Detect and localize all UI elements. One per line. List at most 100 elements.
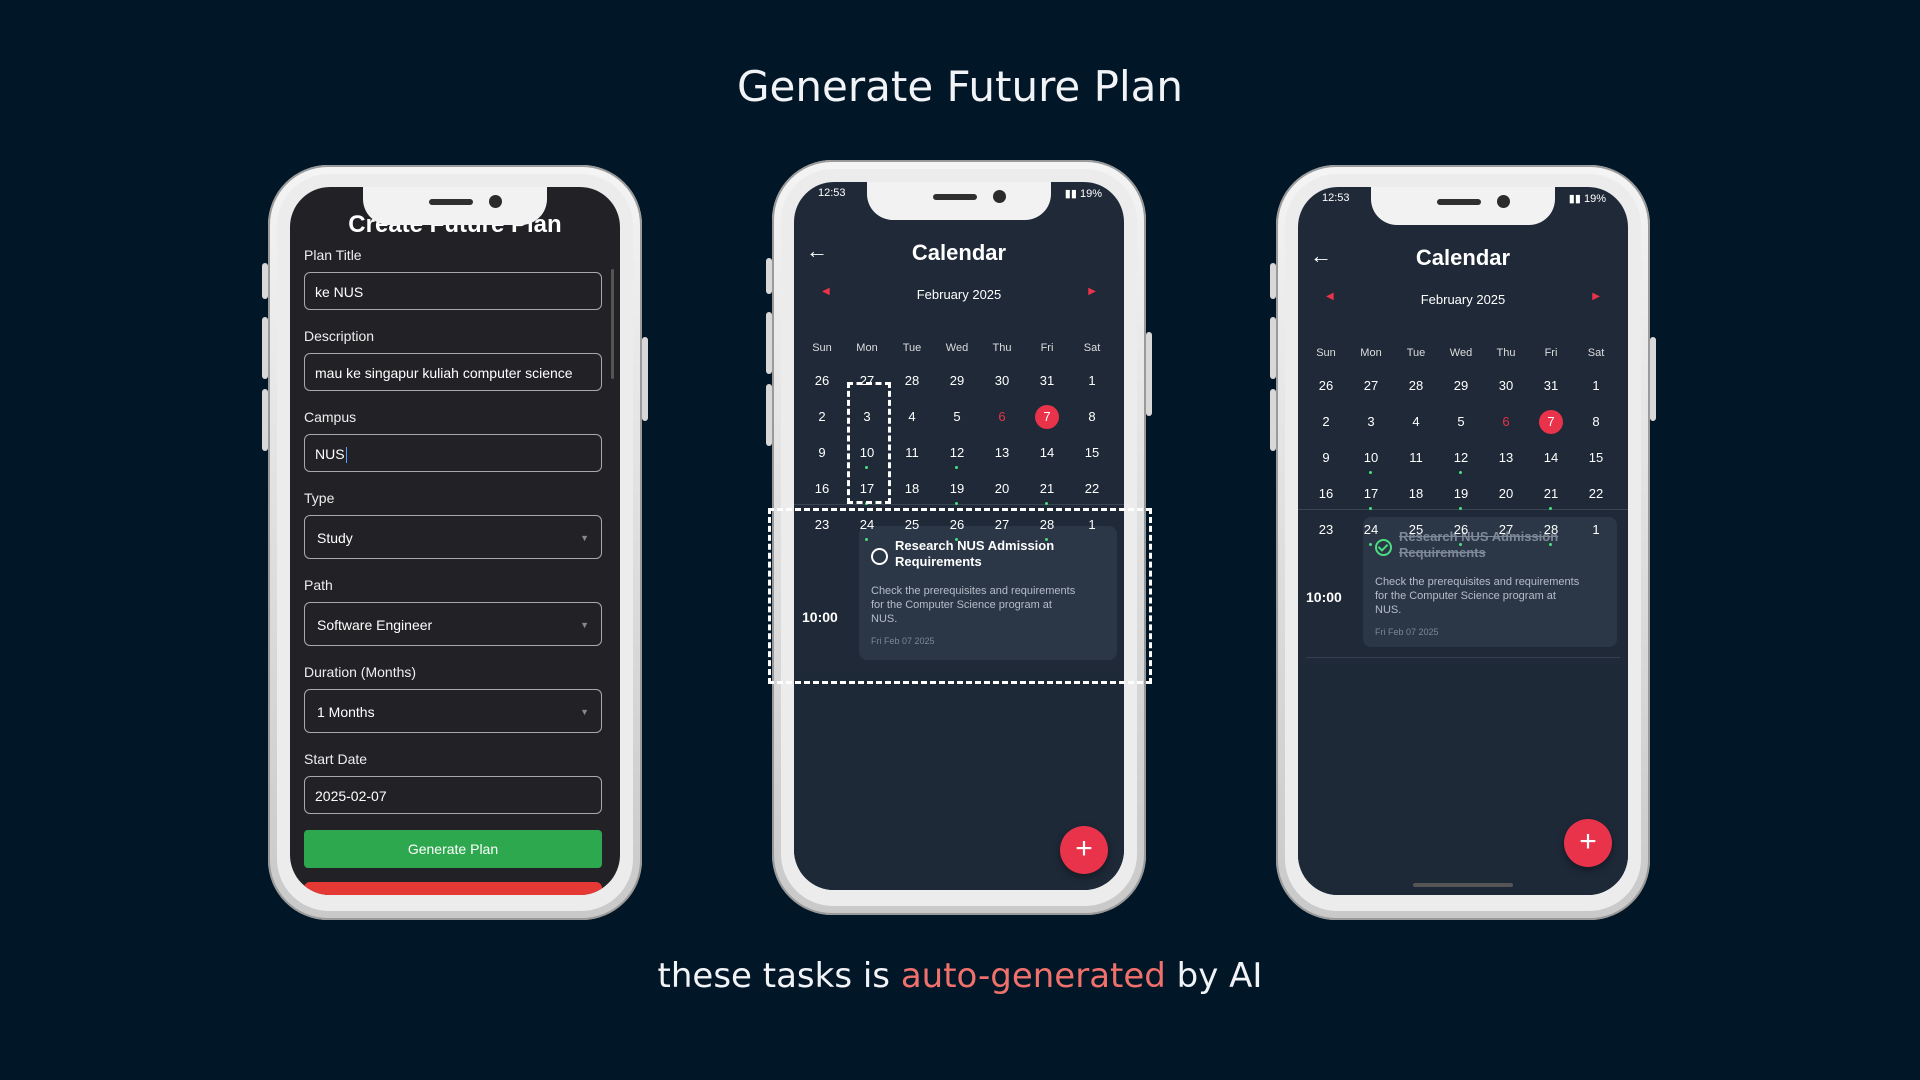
status-time: 12:53 [818,187,846,199]
type-select[interactable]: Study ▼ [304,515,602,559]
calendar-day[interactable]: 26 [1303,375,1349,397]
duration-select[interactable]: 1 Months ▼ [304,689,602,733]
calendar-day[interactable]: 21 [1024,478,1070,505]
calendar-day[interactable]: 5 [934,406,980,428]
event-dot [1369,543,1372,546]
calendar-day[interactable]: 16 [1303,483,1349,505]
calendar-day[interactable]: 23 [1303,519,1349,541]
calendar-day[interactable]: 6 [979,406,1025,428]
campus-value: NUS [315,446,345,462]
event-dot [1459,471,1462,474]
add-task-button[interactable]: + [1060,826,1108,874]
calendar-day[interactable]: 4 [889,406,935,428]
event-dot [955,502,958,505]
calendar-day[interactable]: 6 [1483,411,1529,433]
calendar-day[interactable]: 14 [1024,442,1070,464]
calendar-day[interactable]: 31 [1024,370,1070,392]
calendar-day[interactable]: 17 [1348,483,1394,510]
generate-plan-button[interactable]: Generate Plan [304,830,602,868]
calendar-day[interactable]: 19 [1438,483,1484,510]
description-input[interactable]: mau ke singapur kuliah computer science [304,353,602,391]
calendar-day[interactable]: 13 [979,442,1025,464]
calendar-day[interactable]: 28 [1528,519,1574,546]
weekday-label: Mon [856,342,878,354]
event-dot [1549,543,1552,546]
calendar-day[interactable]: 26 [799,370,845,392]
calendar-day[interactable]: 30 [979,370,1025,392]
calendar-day[interactable]: 8 [1069,406,1115,428]
calendar-day[interactable]: 28 [889,370,935,392]
chevron-down-icon: ▼ [580,533,589,543]
calendar-day[interactable]: 3 [1348,411,1394,433]
weekday-label: Tue [902,342,922,354]
calendar-day[interactable]: 22 [1573,483,1619,505]
weekday-label: Sun [1316,347,1336,359]
scrollbar[interactable] [611,269,614,379]
calendar-day[interactable]: 9 [1303,447,1349,469]
duration-value: 1 Months [317,704,375,720]
plan-title-input[interactable]: ke NUS [304,272,602,310]
type-value: Study [317,530,353,546]
path-value: Software Engineer [317,617,433,633]
calendar-day[interactable]: 15 [1573,447,1619,469]
calendar-day[interactable]: 26 [1438,519,1484,546]
calendar-day[interactable]: 19 [934,478,980,505]
calendar-day[interactable]: 25 [1393,519,1439,541]
plan-title-label: Plan Title [304,247,362,263]
calendar-day[interactable]: 13 [1483,447,1529,469]
calendar-title: Calendar [911,240,1007,265]
check-circle-icon[interactable] [1375,539,1392,556]
add-task-button[interactable]: + [1564,819,1612,867]
calendar-day[interactable]: 2 [1303,411,1349,433]
calendar-day[interactable]: 29 [934,370,980,392]
calendar-day[interactable]: 9 [799,442,845,464]
secondary-button[interactable] [304,882,602,895]
weekday-label: Fri [1040,342,1054,354]
calendar-day[interactable]: 30 [1483,375,1529,397]
calendar-day[interactable]: 29 [1438,375,1484,397]
caption-text: these tasks is [657,956,901,996]
column-highlight [847,382,891,504]
battery-level: 19% [1583,193,1606,205]
calendar-day[interactable]: 18 [889,478,935,500]
calendar-day[interactable]: 12 [934,442,980,469]
calendar-day[interactable]: 31 [1528,375,1574,397]
calendar-day[interactable]: 21 [1528,483,1574,510]
calendar-day[interactable]: 11 [1393,447,1439,469]
calendar-day[interactable]: 27 [1483,519,1529,541]
event-dot [1369,507,1372,510]
calendar-day[interactable]: 7 [1024,405,1070,429]
calendar-day[interactable]: 2 [799,406,845,428]
calendar-day[interactable]: 14 [1528,447,1574,469]
calendar-day[interactable]: 24 [1348,519,1394,546]
calendar-day[interactable]: 28 [1393,375,1439,397]
event-dot [1045,502,1048,505]
calendar-day[interactable]: 8 [1573,411,1619,433]
calendar-day[interactable]: 27 [1348,375,1394,397]
calendar-day[interactable]: 22 [1069,478,1115,500]
campus-input[interactable]: NUS [304,434,602,472]
calendar-day[interactable]: 1 [1069,370,1115,392]
calendar-day[interactable]: 15 [1069,442,1115,464]
caption-text-end: by AI [1165,956,1263,996]
calendar-day[interactable]: 1 [1573,375,1619,397]
calendar-day[interactable]: 20 [1483,483,1529,505]
path-select[interactable]: Software Engineer ▼ [304,602,602,646]
caption-highlight: auto-generated [900,956,1166,996]
signal-icon: ▮▮ [1568,193,1584,205]
calendar-day[interactable]: 16 [799,478,845,500]
event-dot [1549,507,1552,510]
calendar-title: Calendar [1415,245,1511,270]
text-cursor [345,447,347,464]
calendar-day[interactable]: 4 [1393,411,1439,433]
calendar-day[interactable]: 11 [889,442,935,464]
calendar-day[interactable]: 5 [1438,411,1484,433]
calendar-day[interactable]: 1 [1573,519,1619,541]
calendar-day[interactable]: 12 [1438,447,1484,474]
start-date-input[interactable]: 2025-02-07 [304,776,602,814]
status-battery: ▮▮ 19% [1569,192,1606,205]
calendar-day[interactable]: 10 [1348,447,1394,474]
calendar-day[interactable]: 7 [1528,410,1574,434]
calendar-day[interactable]: 20 [979,478,1025,500]
calendar-day[interactable]: 18 [1393,483,1439,505]
